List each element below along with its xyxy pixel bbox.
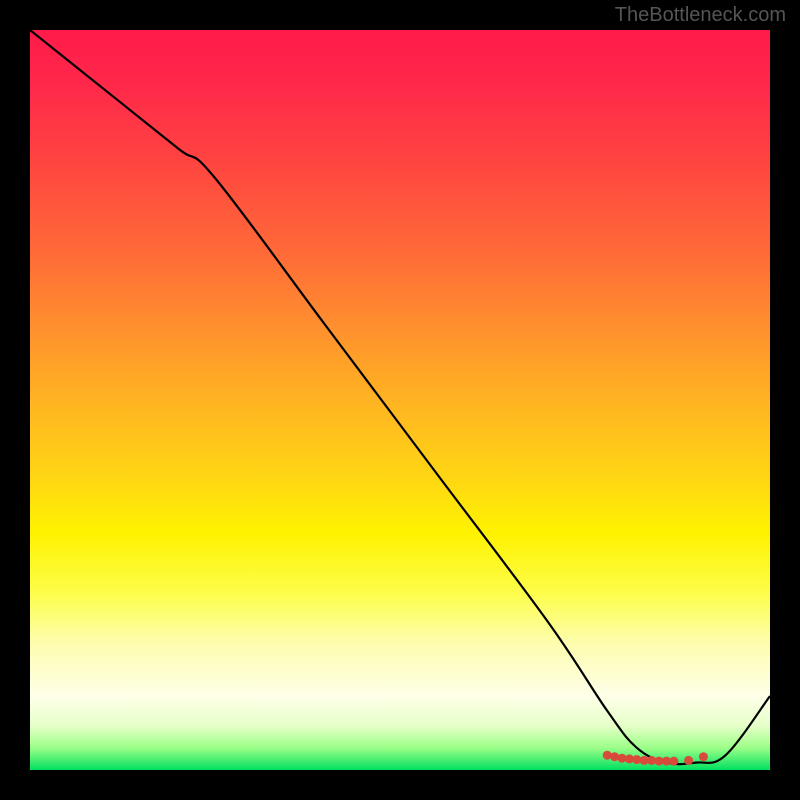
frame-bottom [0,770,800,800]
watermark-text: TheBottleneck.com [615,4,786,27]
data-marker [603,751,612,760]
frame-right [770,0,800,800]
data-marker [684,756,693,765]
frame-left [0,0,30,800]
bottleneck-curve [30,30,770,764]
data-marker [699,752,708,761]
chart-svg [30,30,770,770]
data-marker [610,752,619,761]
plot-area [30,30,770,770]
data-marker [669,757,678,766]
